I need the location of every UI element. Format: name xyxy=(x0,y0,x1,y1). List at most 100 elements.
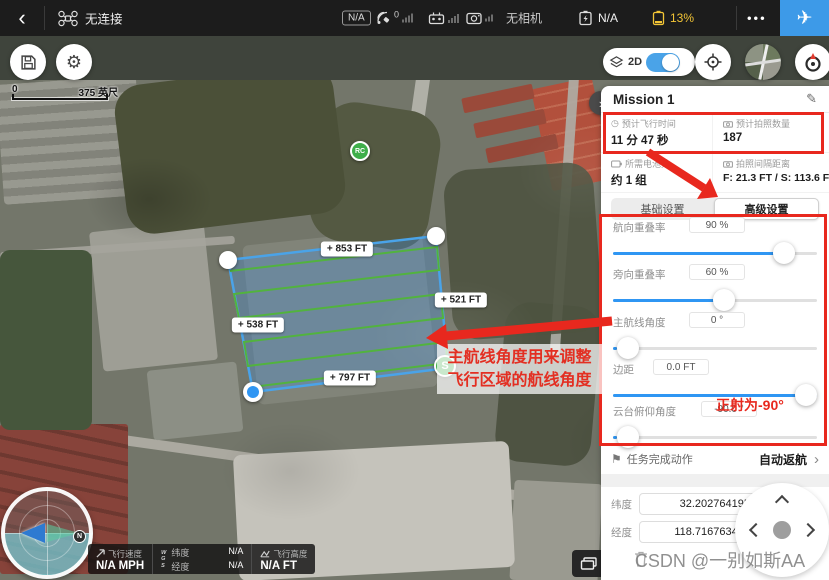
setting-value-field[interactable]: 0.0 FT xyxy=(653,359,709,375)
coords-section: WGS 纬度N/A 经度N/A xyxy=(152,544,251,574)
tablet-battery-status[interactable]: 13% xyxy=(652,10,694,26)
edge-distance-label: + 853 FT xyxy=(321,242,373,257)
lng-label: 经度 xyxy=(171,560,189,573)
camera-signal[interactable] xyxy=(466,12,493,25)
more-menu-button[interactable]: ••• xyxy=(747,11,767,26)
slider-thumb[interactable] xyxy=(617,337,639,359)
edge-distance-label: + 797 FT xyxy=(324,371,376,386)
slider-thumb[interactable] xyxy=(773,242,795,264)
save-mission-button[interactable] xyxy=(10,44,46,80)
status-bar: ‹ 无连接 N/A 0 无相机 N/A xyxy=(0,0,829,36)
finish-action-value: 自动返航 xyxy=(759,451,807,468)
scale-distance-label: 375 英尺 xyxy=(79,84,118,99)
tablet-battery-value: 13% xyxy=(670,11,694,25)
stat-value: 187 xyxy=(723,132,829,144)
polygon-corner-handle[interactable] xyxy=(427,227,445,245)
camera-status-text: 无相机 xyxy=(506,10,542,27)
polygon-corner-handle[interactable] xyxy=(219,251,237,269)
slider-thumb[interactable] xyxy=(795,384,817,406)
remote-controller-icon xyxy=(428,11,445,25)
nudge-left-button[interactable] xyxy=(749,523,763,537)
polygon-corner-handle-selected[interactable] xyxy=(243,382,263,402)
gps-signal-bars xyxy=(402,14,413,23)
setting-value-field[interactable]: 60 % xyxy=(689,264,745,280)
side-overlap-slider[interactable] xyxy=(613,289,817,311)
speed-section: 飞行速度 N/A MPH xyxy=(88,544,152,574)
save-icon xyxy=(20,54,37,71)
route-angle-slider[interactable] xyxy=(613,337,817,359)
scale-line xyxy=(12,98,108,100)
2d-label: 2D xyxy=(628,56,642,68)
camera-status: 无相机 xyxy=(506,10,542,27)
stat-batteries: 所需电池数 约 1 组 xyxy=(601,153,713,193)
speed-label: 飞行速度 xyxy=(108,548,142,560)
finish-action-row[interactable]: ⚑ 任务完成动作 自动返航 › xyxy=(601,446,829,472)
divider xyxy=(44,6,45,30)
dpad-center[interactable] xyxy=(773,521,791,539)
aircraft-status: 无连接 xyxy=(58,9,123,28)
takeoff-button[interactable]: ✈ xyxy=(780,0,829,36)
camera-icon xyxy=(723,160,733,168)
app-screen: S RC + 853 FT + 521 FT + 538 FT + 797 FT… xyxy=(0,0,829,580)
stat-value: 11 分 47 秒 xyxy=(611,132,712,148)
gimbal-pitch-slider[interactable] xyxy=(613,426,817,448)
gps-status[interactable]: 0 xyxy=(376,11,413,26)
longitude-label: 经度 xyxy=(611,525,639,540)
nudge-up-button[interactable] xyxy=(775,495,789,509)
toggle-knob xyxy=(662,54,679,71)
map-2d-toggle-pill: 2D xyxy=(603,48,695,76)
setting-value-field[interactable]: 0 ° xyxy=(689,312,745,328)
connection-status: 无连接 xyxy=(85,9,123,28)
camera-signal-bars xyxy=(485,15,493,22)
compass-icon xyxy=(802,51,824,73)
altitude-value: N/A FT xyxy=(260,560,307,572)
camera-icon xyxy=(466,12,482,25)
locate-button[interactable] xyxy=(695,44,731,80)
stat-flight-time: ◷预计飞行时间 11 分 47 秒 xyxy=(601,113,713,153)
stat-label: 拍照间隔距离 xyxy=(736,157,790,170)
setting-label: 云台俯仰角度 xyxy=(613,404,676,419)
compass-reset-button[interactable] xyxy=(795,44,829,80)
setting-value-field[interactable]: -90.0 ° xyxy=(701,401,757,417)
course-overlap-slider[interactable] xyxy=(613,242,817,264)
back-button[interactable]: ‹ xyxy=(0,7,44,29)
slider-thumb[interactable] xyxy=(713,289,735,311)
telemetry-bar: 飞行速度 N/A MPH WGS 纬度N/A 经度N/A 飞行高度 N/A FT xyxy=(88,544,315,574)
stat-photo-interval: 拍照间隔距离 F: 21.3 FT / S: 113.6 FT xyxy=(713,153,829,193)
edit-mission-icon[interactable]: ✎ xyxy=(806,91,817,107)
watermark: CSDN @一别如斯AA xyxy=(615,547,825,573)
stat-label: 所需电池数 xyxy=(625,157,670,170)
satellite-icon xyxy=(376,11,392,26)
stat-label: 预计飞行时间 xyxy=(622,117,676,130)
aircraft-battery-status[interactable]: N/A xyxy=(578,10,618,26)
plane-icon: ✈ xyxy=(797,7,813,30)
mode-badge: N/A xyxy=(342,11,371,26)
speed-value: N/A MPH xyxy=(96,560,144,572)
mission-settings-button[interactable]: ⚙ xyxy=(56,44,92,80)
layers-icon xyxy=(609,55,624,70)
stat-label: 预计拍照数量 xyxy=(736,117,790,130)
wgs-label: WGS xyxy=(161,550,166,568)
setting-label: 航向重叠率 xyxy=(613,220,666,235)
rc-location-marker[interactable]: RC xyxy=(350,141,370,161)
mission-header: Mission 1 ✎ xyxy=(601,86,829,113)
slider-thumb[interactable] xyxy=(617,426,639,448)
chevron-right-icon: › xyxy=(814,451,819,468)
lat-value: N/A xyxy=(228,546,243,559)
nudge-right-button[interactable] xyxy=(801,523,815,537)
setting-label: 边距 xyxy=(613,362,634,377)
battery-icon xyxy=(611,160,622,168)
selected-dot xyxy=(247,386,259,398)
gear-icon: ⚙ xyxy=(66,52,82,73)
setting-value-field[interactable]: 90 % xyxy=(689,217,745,233)
latitude-label: 纬度 xyxy=(611,497,639,512)
flag-icon: ⚑ xyxy=(611,452,622,466)
map-type-button[interactable] xyxy=(745,44,781,80)
route-start-marker[interactable]: S xyxy=(434,355,456,377)
rc-signal[interactable] xyxy=(428,11,459,25)
altitude-icon xyxy=(260,549,270,558)
speed-icon xyxy=(96,549,105,558)
2d-toggle-switch[interactable] xyxy=(646,53,680,72)
rc-signal-bars xyxy=(448,14,459,23)
rc-marker-label: RC xyxy=(355,148,365,155)
